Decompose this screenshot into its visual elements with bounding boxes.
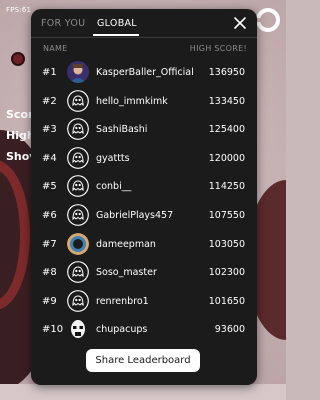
- leaderboard-row[interactable]: #6 GabrielPlays457 107550: [31, 202, 257, 230]
- tab-global[interactable]: GLOBAL: [97, 18, 137, 29]
- row-rank: #3: [42, 124, 57, 136]
- active-tab-indicator: [93, 34, 139, 36]
- row-score: 125400: [208, 124, 245, 136]
- row-rank: #4: [42, 152, 57, 164]
- ghost-avatar-icon: [67, 261, 89, 284]
- share-leaderboard-button[interactable]: Share Leaderboard: [86, 349, 200, 372]
- leaderboard-modal: FOR YOU GLOBAL NAME HIGH SCORE! #1 Kasper…: [31, 9, 257, 385]
- avatar: [67, 61, 89, 83]
- row-username: renrenbro1: [96, 295, 149, 307]
- ghost-avatar-icon: [67, 289, 89, 312]
- row-rank: #7: [42, 238, 57, 250]
- ghost-avatar-icon: [67, 89, 89, 112]
- row-score: 101650: [208, 295, 245, 307]
- row-rank: #6: [42, 210, 57, 221]
- row-username: KasperBaller_Official: [96, 67, 194, 78]
- ghost-avatar-icon: [67, 118, 89, 141]
- row-score: 133450: [208, 95, 245, 107]
- row-username: gyattts: [96, 152, 130, 164]
- row-score: 114250: [208, 181, 245, 193]
- leaderboard-row[interactable]: #7 dameepman 103050: [31, 231, 257, 259]
- row-username: Soso_master: [96, 267, 157, 279]
- row-rank: #8: [42, 267, 57, 279]
- row-rank: #2: [42, 95, 57, 107]
- row-score: 93600: [214, 324, 245, 336]
- leaderboard-row[interactable]: #10 chupacups 93600: [31, 316, 257, 344]
- row-username: dameepman: [96, 238, 156, 250]
- leaderboard-row[interactable]: #9 renrenbro1 101650: [31, 288, 257, 316]
- row-rank: #5: [42, 181, 57, 193]
- row-rank: #10: [42, 324, 64, 336]
- row-username: chupacups: [96, 324, 148, 336]
- leaderboard-row[interactable]: #8 Soso_master 102300: [31, 259, 257, 287]
- leaderboard-row[interactable]: #1 KasperBaller_Official 136950: [31, 59, 257, 87]
- column-header-name: NAME: [43, 44, 68, 53]
- column-header-score: HIGH SCORE!: [189, 44, 247, 53]
- row-username: conbi__: [96, 181, 132, 193]
- row-rank: #1: [42, 67, 57, 78]
- avatar: [67, 232, 89, 255]
- avatar: [67, 318, 89, 341]
- background-floor: [0, 384, 286, 400]
- leaderboard-row[interactable]: #2 hello_immkimk 133450: [31, 88, 257, 116]
- row-score: 120000: [208, 152, 245, 164]
- ring-icon[interactable]: [254, 6, 282, 34]
- leaderboard-row[interactable]: #3 SashiBashi 125400: [31, 116, 257, 144]
- row-username: hello_immkimk: [96, 95, 168, 107]
- fps-counter: FPS:61: [6, 6, 32, 14]
- close-icon[interactable]: [233, 16, 247, 30]
- row-rank: #9: [42, 295, 57, 307]
- ghost-avatar-icon: [67, 146, 89, 169]
- row-score: 136950: [208, 67, 245, 78]
- ghost-avatar-icon: [67, 204, 89, 226]
- hud-score-label: Scor: [6, 108, 34, 121]
- tab-for-you[interactable]: FOR YOU: [41, 18, 85, 29]
- row-score: 102300: [208, 267, 245, 279]
- row-username: SashiBashi: [96, 124, 148, 136]
- leaderboard-tabs: FOR YOU GLOBAL: [31, 9, 257, 38]
- leaderboard-row[interactable]: #4 gyattts 120000: [31, 145, 257, 173]
- hud-badge-icon: [11, 52, 25, 66]
- row-username: GabrielPlays457: [96, 210, 174, 221]
- ghost-avatar-icon: [67, 175, 89, 198]
- row-score: 103050: [208, 238, 245, 250]
- row-score: 107550: [208, 210, 245, 221]
- leaderboard-row[interactable]: #5 conbi__ 114250: [31, 173, 257, 201]
